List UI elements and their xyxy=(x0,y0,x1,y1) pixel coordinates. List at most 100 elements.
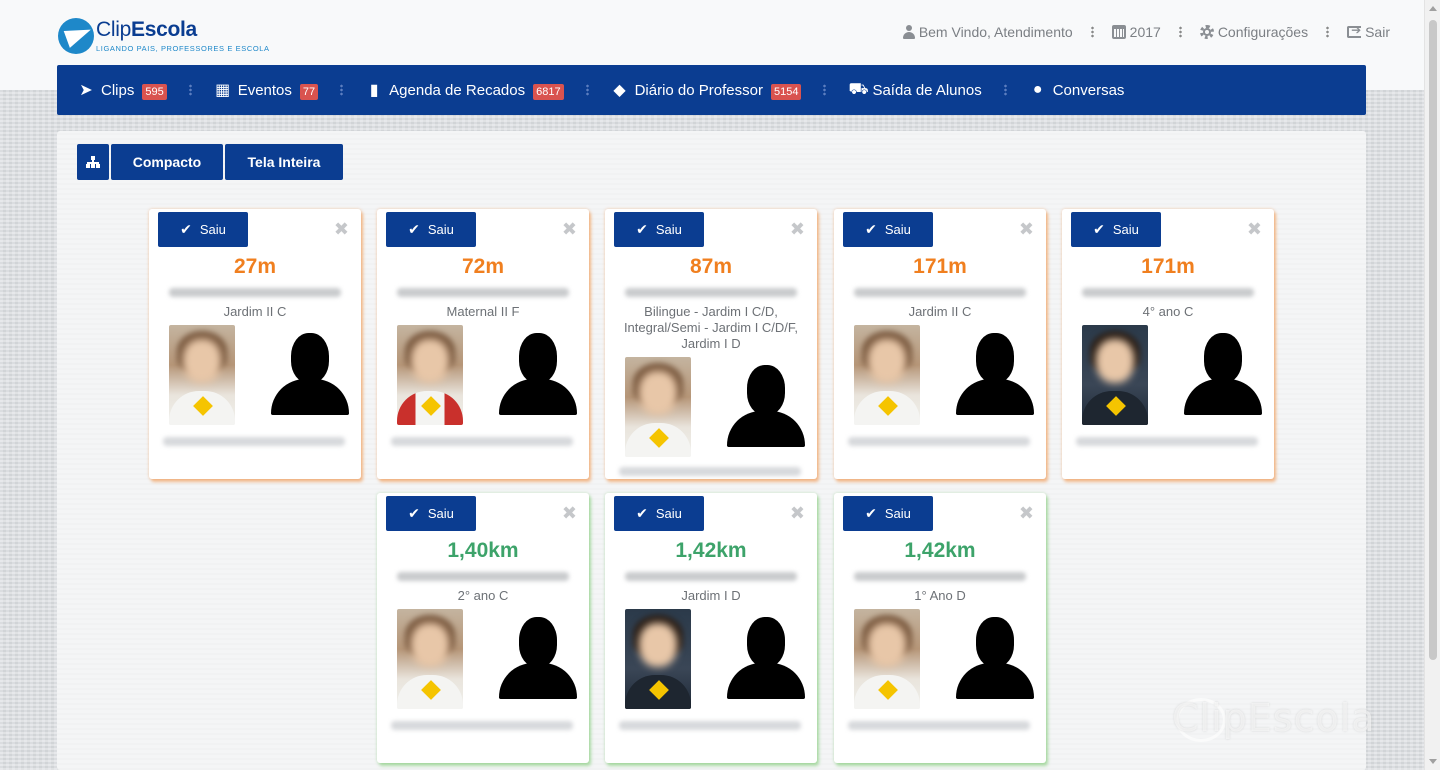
nav-label: Diário do Professor xyxy=(634,81,763,99)
settings-link[interactable]: Configurações xyxy=(1199,24,1309,40)
student-photo[interactable] xyxy=(397,609,463,709)
settings-label: Configurações xyxy=(1217,24,1309,40)
fullscreen-button[interactable]: Tela Inteira xyxy=(225,144,343,180)
nav-item-eventos[interactable]: ▦ Eventos 77 xyxy=(214,80,319,100)
close-icon[interactable]: ✖ xyxy=(562,219,577,240)
guardian-avatar-icon[interactable] xyxy=(271,333,349,415)
user-nav: Bem Vindo, Atendimento 2017 Configuraçõe… xyxy=(902,22,1390,42)
student-card: ✔ Saiu ✖ 1,42km Jardim I D xyxy=(605,493,817,763)
guardian-avatar-icon[interactable] xyxy=(956,333,1034,415)
guardian-avatar-icon[interactable] xyxy=(727,617,805,699)
guardian-name-blurred[interactable] xyxy=(391,721,573,730)
chat-icon: ● xyxy=(1032,81,1043,98)
guardian-avatar-icon[interactable] xyxy=(1184,333,1262,415)
compact-view-button[interactable]: Compacto xyxy=(111,144,223,180)
check-icon: ✔ xyxy=(636,221,648,237)
guardian-name-blurred[interactable] xyxy=(848,437,1030,446)
check-icon: ✔ xyxy=(865,505,877,521)
page-scrollbar[interactable] xyxy=(1424,0,1440,770)
scroll-up-icon[interactable] xyxy=(1429,6,1437,11)
guardian-name-blurred[interactable] xyxy=(619,721,801,730)
guardian-avatar-icon[interactable] xyxy=(499,617,577,699)
nav-item-saida[interactable]: ⛟ Saída de Alunos xyxy=(848,80,981,100)
saiu-button[interactable]: ✔ Saiu xyxy=(843,496,933,531)
check-icon: ✔ xyxy=(865,221,877,237)
saiu-button[interactable]: ✔ Saiu xyxy=(386,496,476,531)
nav-item-agenda[interactable]: ▮ Agenda de Recados 6817 xyxy=(365,80,564,100)
logo-icon xyxy=(58,18,95,54)
close-icon[interactable]: ✖ xyxy=(1019,219,1034,240)
welcome-user[interactable]: Bem Vindo, Atendimento xyxy=(902,24,1073,40)
student-card: ✔ Saiu ✖ 171m 4° ano C xyxy=(1062,209,1274,479)
guardian-name-blurred[interactable] xyxy=(163,437,345,446)
nav-separator xyxy=(1090,26,1094,38)
view-toolbar: Compacto Tela Inteira xyxy=(77,144,343,180)
check-icon: ✔ xyxy=(1093,221,1105,237)
student-photo[interactable] xyxy=(169,325,235,425)
close-icon[interactable]: ✖ xyxy=(334,219,349,240)
logout-label: Sair xyxy=(1365,24,1390,40)
saiu-label: Saiu xyxy=(884,222,911,237)
student-name-blurred xyxy=(397,288,569,297)
scrollbar-thumb[interactable] xyxy=(1429,20,1437,660)
check-icon: ✔ xyxy=(180,221,192,237)
saiu-button[interactable]: ✔ Saiu xyxy=(386,212,476,247)
student-photo[interactable] xyxy=(397,325,463,425)
guardian-name-blurred[interactable] xyxy=(848,721,1030,730)
student-name-blurred xyxy=(854,572,1026,581)
student-photo[interactable] xyxy=(854,325,920,425)
clipescola-logo[interactable]: ClipEscola LIGANDO PAIS, PROFESSORES E E… xyxy=(58,16,270,56)
calendar-icon: ▦ xyxy=(215,82,231,99)
close-icon[interactable]: ✖ xyxy=(1019,503,1034,524)
year-label: 2017 xyxy=(1129,24,1161,40)
guardian-name-blurred[interactable] xyxy=(1076,437,1258,446)
saiu-button[interactable]: ✔ Saiu xyxy=(158,212,248,247)
class-label: Jardim II C xyxy=(223,304,287,319)
nav-separator xyxy=(1178,26,1182,38)
distance-label: 171m xyxy=(1141,255,1195,278)
main-nav: ➤ Clips 595 ▦ Eventos 77 ▮ Agenda de Rec… xyxy=(57,65,1366,115)
saiu-button[interactable]: ✔ Saiu xyxy=(614,212,704,247)
year-selector[interactable]: 2017 xyxy=(1111,24,1161,40)
student-name-blurred xyxy=(1082,288,1254,297)
nav-item-diario[interactable]: ◆ Diário do Professor 5154 xyxy=(611,80,802,100)
student-photo[interactable] xyxy=(854,609,920,709)
hierarchy-view-button[interactable] xyxy=(77,144,109,180)
student-card: ✔ Saiu ✖ 1,40km 2° ano C xyxy=(377,493,589,763)
student-card: ✔ Saiu ✖ 171m Jardim II C xyxy=(834,209,1046,479)
student-name-blurred xyxy=(169,288,341,297)
close-icon[interactable]: ✖ xyxy=(562,503,577,524)
nav-separator xyxy=(1326,26,1330,38)
student-name-blurred xyxy=(625,288,797,297)
nav-label: Clips xyxy=(101,81,135,99)
guardian-avatar-icon[interactable] xyxy=(727,365,805,447)
guardian-avatar-icon[interactable] xyxy=(956,617,1034,699)
saiu-button[interactable]: ✔ Saiu xyxy=(843,212,933,247)
nav-separator xyxy=(1003,84,1007,96)
nav-item-clips[interactable]: ➤ Clips 595 xyxy=(77,80,167,100)
guardian-name-blurred[interactable] xyxy=(391,437,573,446)
student-photo[interactable] xyxy=(625,609,691,709)
saiu-label: Saiu xyxy=(427,506,454,521)
logo-tagline: LIGANDO PAIS, PROFESSORES E ESCOLA xyxy=(96,44,270,53)
guardian-avatar-icon[interactable] xyxy=(499,333,577,415)
saiu-button[interactable]: ✔ Saiu xyxy=(1071,212,1161,247)
student-photo[interactable] xyxy=(625,357,691,457)
close-icon[interactable]: ✖ xyxy=(790,503,805,524)
student-name-blurred xyxy=(625,572,797,581)
close-icon[interactable]: ✖ xyxy=(1247,219,1262,240)
nav-item-conversas[interactable]: ● Conversas xyxy=(1029,81,1125,99)
close-icon[interactable]: ✖ xyxy=(790,219,805,240)
class-label: 1° Ano D xyxy=(914,588,966,603)
guardian-name-blurred[interactable] xyxy=(619,467,801,476)
distance-label: 87m xyxy=(689,255,733,278)
student-photo[interactable] xyxy=(1082,325,1148,425)
student-card: ✔ Saiu ✖ 87m Bilingue - Jardim I C/D, In… xyxy=(605,209,817,479)
saiu-button[interactable]: ✔ Saiu xyxy=(614,496,704,531)
saiu-label: Saiu xyxy=(1112,222,1139,237)
logout-link[interactable]: Sair xyxy=(1347,23,1390,40)
distance-label: 171m xyxy=(913,255,967,278)
scroll-down-icon[interactable] xyxy=(1429,759,1437,764)
sitemap-icon xyxy=(86,156,100,168)
student-card: ✔ Saiu ✖ 27m Jardim II C xyxy=(149,209,361,479)
